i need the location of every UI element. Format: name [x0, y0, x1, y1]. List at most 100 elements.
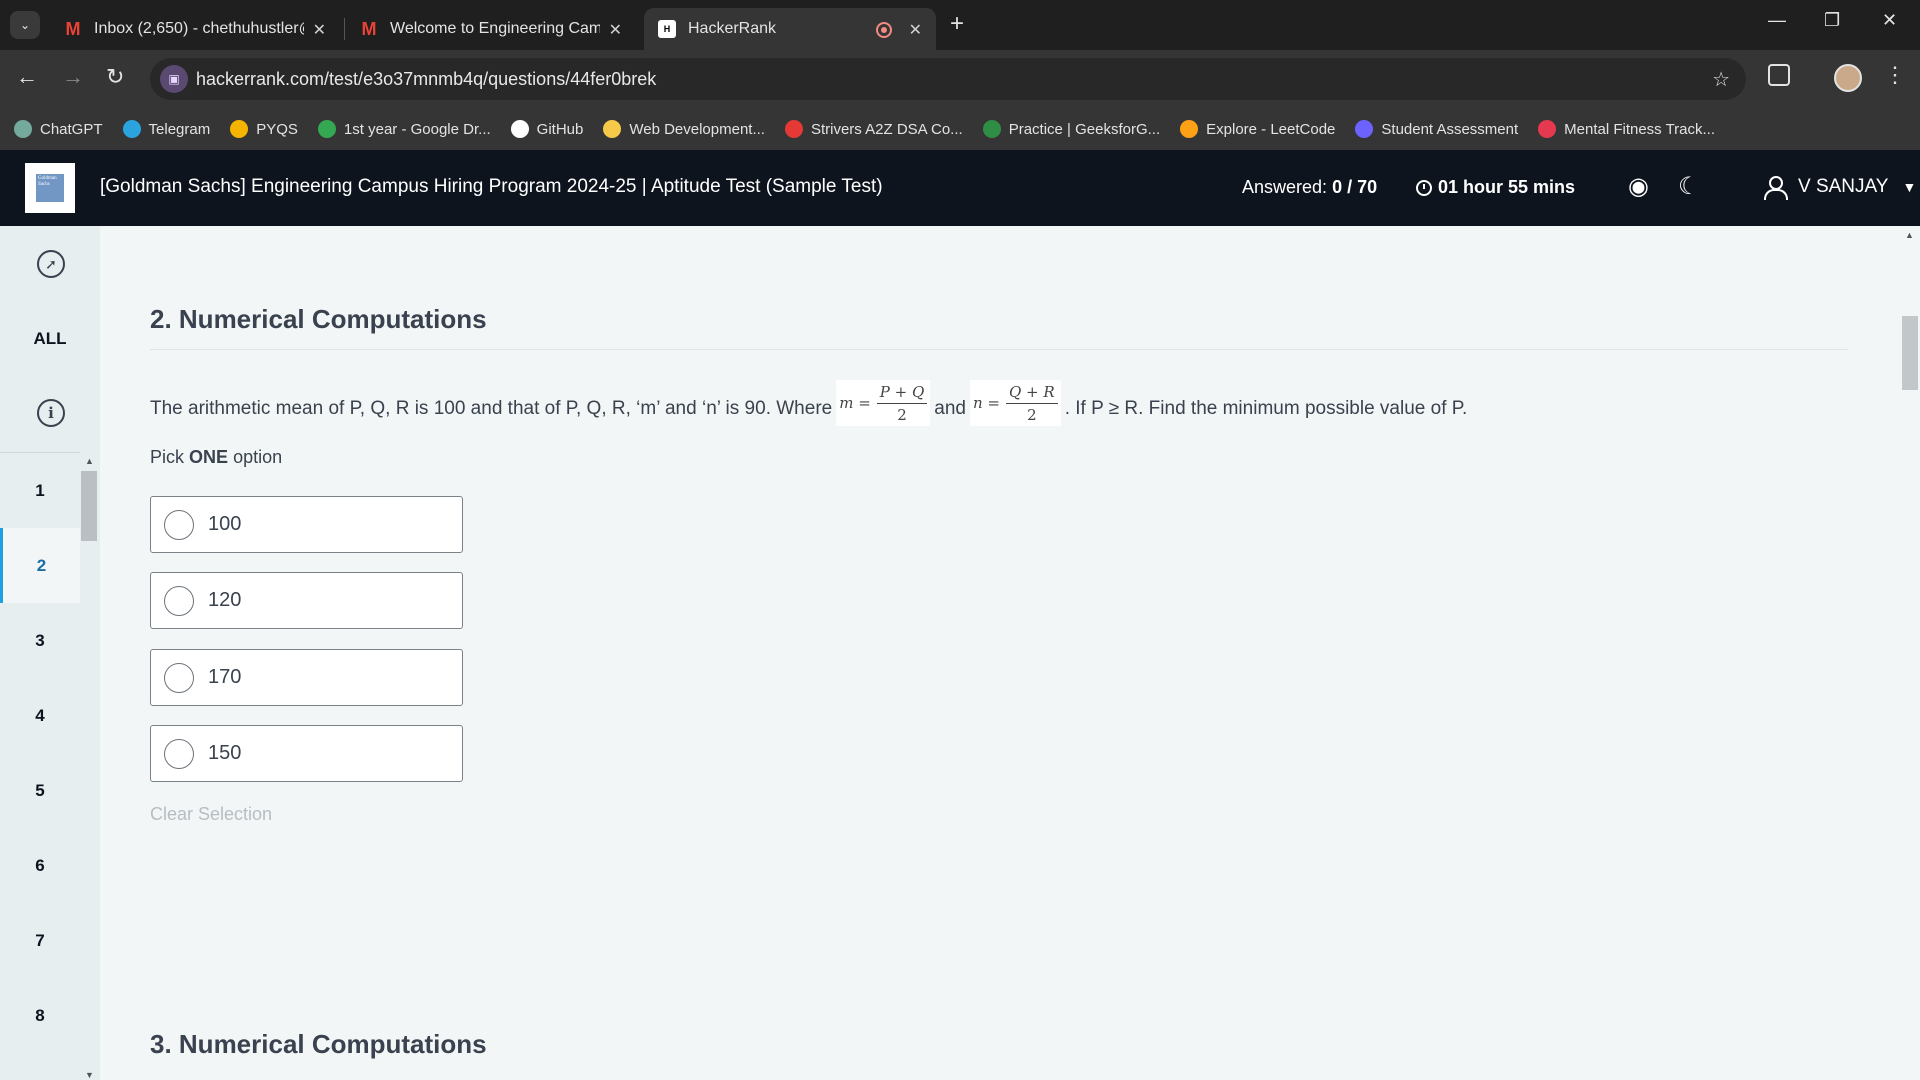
bookmark-star-icon[interactable]: ☆ — [1712, 67, 1730, 92]
bookmark-item[interactable]: PYQS — [230, 120, 298, 138]
question-number-6[interactable]: 6 — [0, 828, 80, 903]
question-number-2[interactable]: 2 — [0, 528, 80, 603]
bookmark-label: Mental Fitness Track... — [1564, 120, 1716, 138]
bookmark-label: 1st year - Google Dr... — [343, 120, 491, 138]
browser-tabbar: ⌄ M Inbox (2,650) - chethuhustler@ ✕ M W… — [0, 0, 1920, 50]
all-questions-button[interactable]: ALL — [0, 329, 100, 349]
bookmark-icon — [122, 120, 141, 138]
forward-arrow-icon[interactable]: → — [62, 64, 84, 90]
pick-instruction: Pick ONE option — [150, 447, 283, 467]
new-tab-button[interactable]: + — [950, 10, 964, 38]
bookmark-item[interactable]: Strivers A2Z DSA Co... — [784, 120, 963, 138]
restore-icon[interactable]: ❐ — [1824, 10, 1840, 31]
bookmark-icon — [784, 120, 803, 138]
goldman-sachs-logo: Goldman Sachs — [25, 163, 75, 213]
compass-icon[interactable]: ➚ — [37, 250, 65, 278]
clear-selection-link[interactable]: Clear Selection — [150, 804, 272, 825]
bookmarks-bar: ChatGPT Telegram PYQS 1st year - Google Dr.… — [0, 108, 1920, 150]
scroll-up-arrow-icon[interactable]: ▲ — [1905, 230, 1914, 240]
bookmark-icon — [317, 120, 336, 138]
clock-icon — [1416, 179, 1432, 196]
scroll-up-arrow-icon[interactable]: ▲ — [85, 456, 94, 466]
site-info-icon[interactable]: ▣ — [160, 65, 188, 93]
profile-avatar[interactable] — [1834, 64, 1862, 92]
back-arrow-icon[interactable]: ← — [16, 64, 38, 90]
close-tab-icon[interactable]: ✕ — [909, 20, 922, 40]
reload-icon[interactable]: ↻ — [106, 64, 124, 90]
scrollbar-thumb[interactable] — [81, 471, 97, 541]
scroll-down-arrow-icon[interactable]: ▼ — [85, 1070, 94, 1080]
bookmark-label: GitHub — [536, 120, 584, 138]
bookmark-label: Web Development... — [629, 120, 765, 138]
question-number-7[interactable]: 7 — [0, 903, 80, 978]
bookmark-item[interactable]: ChatGPT — [14, 120, 103, 138]
bookmark-item[interactable]: Telegram — [122, 120, 211, 138]
info-icon[interactable]: i — [37, 399, 65, 427]
option-2[interactable]: 120 — [150, 572, 463, 629]
bookmark-icon — [982, 120, 1001, 138]
bookmark-item[interactable]: Mental Fitness Track... — [1538, 120, 1715, 138]
radio-button[interactable] — [164, 662, 194, 693]
url-text[interactable]: hackerrank.com/test/e3o37mnmb4q/question… — [196, 69, 656, 90]
page-scrollbar[interactable]: ▲ — [1900, 226, 1920, 1080]
tab-separator — [344, 18, 345, 40]
address-bar[interactable]: ▣ hackerrank.com/test/e3o37mnmb4q/questi… — [150, 58, 1746, 100]
question-text-part: The arithmetic mean of P, Q, R is 100 an… — [150, 398, 833, 419]
bookmark-label: Student Assessment — [1381, 120, 1519, 138]
option-4[interactable]: 150 — [150, 725, 463, 782]
option-label: 120 — [208, 589, 242, 611]
user-icon — [1764, 176, 1788, 200]
question-text-part: and — [934, 398, 966, 419]
radio-button[interactable] — [164, 509, 194, 540]
tab-list-button[interactable]: ⌄ — [10, 11, 40, 39]
next-question-heading: 3. Numerical Computations — [150, 1029, 487, 1059]
bookmark-icon — [14, 120, 32, 138]
bookmark-icon — [230, 120, 249, 138]
recording-icon — [876, 22, 892, 38]
rail-scrollbar[interactable]: ▲ ▼ — [80, 456, 100, 1080]
close-tab-icon[interactable]: ✕ — [313, 20, 326, 40]
option-label: 150 — [208, 742, 242, 764]
bookmark-item[interactable]: Student Assessment — [1355, 120, 1518, 138]
tab-gmail-inbox[interactable]: M Inbox (2,650) - chethuhustler@ ✕ — [50, 8, 340, 50]
dark-mode-moon-icon[interactable]: ☾ — [1678, 172, 1700, 201]
bookmark-icon — [510, 120, 529, 138]
chevron-down-icon: ▼ — [1902, 179, 1917, 195]
user-menu[interactable]: V SANJAY ▼ — [1764, 176, 1917, 200]
question-number-3[interactable]: 3 — [0, 603, 80, 678]
bookmark-label: Practice | GeeksforG... — [1008, 120, 1161, 138]
bookmark-item[interactable]: Web Development... — [603, 120, 765, 138]
test-header: Goldman Sachs [Goldman Sachs] Engineerin… — [0, 150, 1920, 226]
menu-kebab-icon[interactable]: ⋮ — [1884, 62, 1906, 88]
formula-m: m = P + Q 2 — [836, 380, 931, 426]
answered-count: Answered: 0 / 70 — [1242, 177, 1377, 198]
bookmark-item[interactable]: Explore - LeetCode — [1180, 120, 1335, 138]
tab-title: HackerRank — [688, 20, 777, 37]
extensions-icon[interactable] — [1768, 64, 1790, 86]
close-tab-icon[interactable]: ✕ — [609, 20, 622, 40]
eye-icon[interactable]: ◉ — [1628, 172, 1649, 201]
bookmark-item[interactable]: Practice | GeeksforG... — [982, 120, 1161, 138]
scrollbar-thumb[interactable] — [1902, 316, 1918, 390]
radio-button[interactable] — [164, 585, 194, 616]
bookmark-label: Telegram — [148, 120, 211, 138]
question-number-8[interactable]: 8 — [0, 978, 80, 1053]
question-number-1[interactable]: 1 — [0, 453, 80, 528]
bookmark-item[interactable]: GitHub — [510, 120, 584, 138]
option-3[interactable]: 170 — [150, 649, 463, 706]
question-number-5[interactable]: 5 — [0, 753, 80, 828]
question-text: The arithmetic mean of P, Q, R is 100 an… — [150, 374, 1467, 426]
close-window-icon[interactable]: ✕ — [1882, 10, 1897, 31]
radio-button[interactable] — [164, 738, 194, 769]
divider — [150, 349, 1848, 350]
bookmark-item[interactable]: 1st year - Google Dr... — [317, 120, 491, 138]
formula-n: n = Q + R 2 — [969, 380, 1061, 426]
hackerrank-icon: H — [658, 20, 676, 38]
bookmark-label: ChatGPT — [40, 120, 103, 138]
minimize-icon[interactable]: — — [1768, 10, 1786, 31]
tab-gmail-welcome[interactable]: M Welcome to Engineering Camp ✕ — [346, 8, 636, 50]
option-1[interactable]: 100 — [150, 496, 463, 553]
question-content: 2. Numerical Computations The arithmetic… — [100, 226, 1900, 1080]
tab-hackerrank[interactable]: H HackerRank ✕ — [644, 8, 936, 50]
question-number-4[interactable]: 4 — [0, 678, 80, 753]
